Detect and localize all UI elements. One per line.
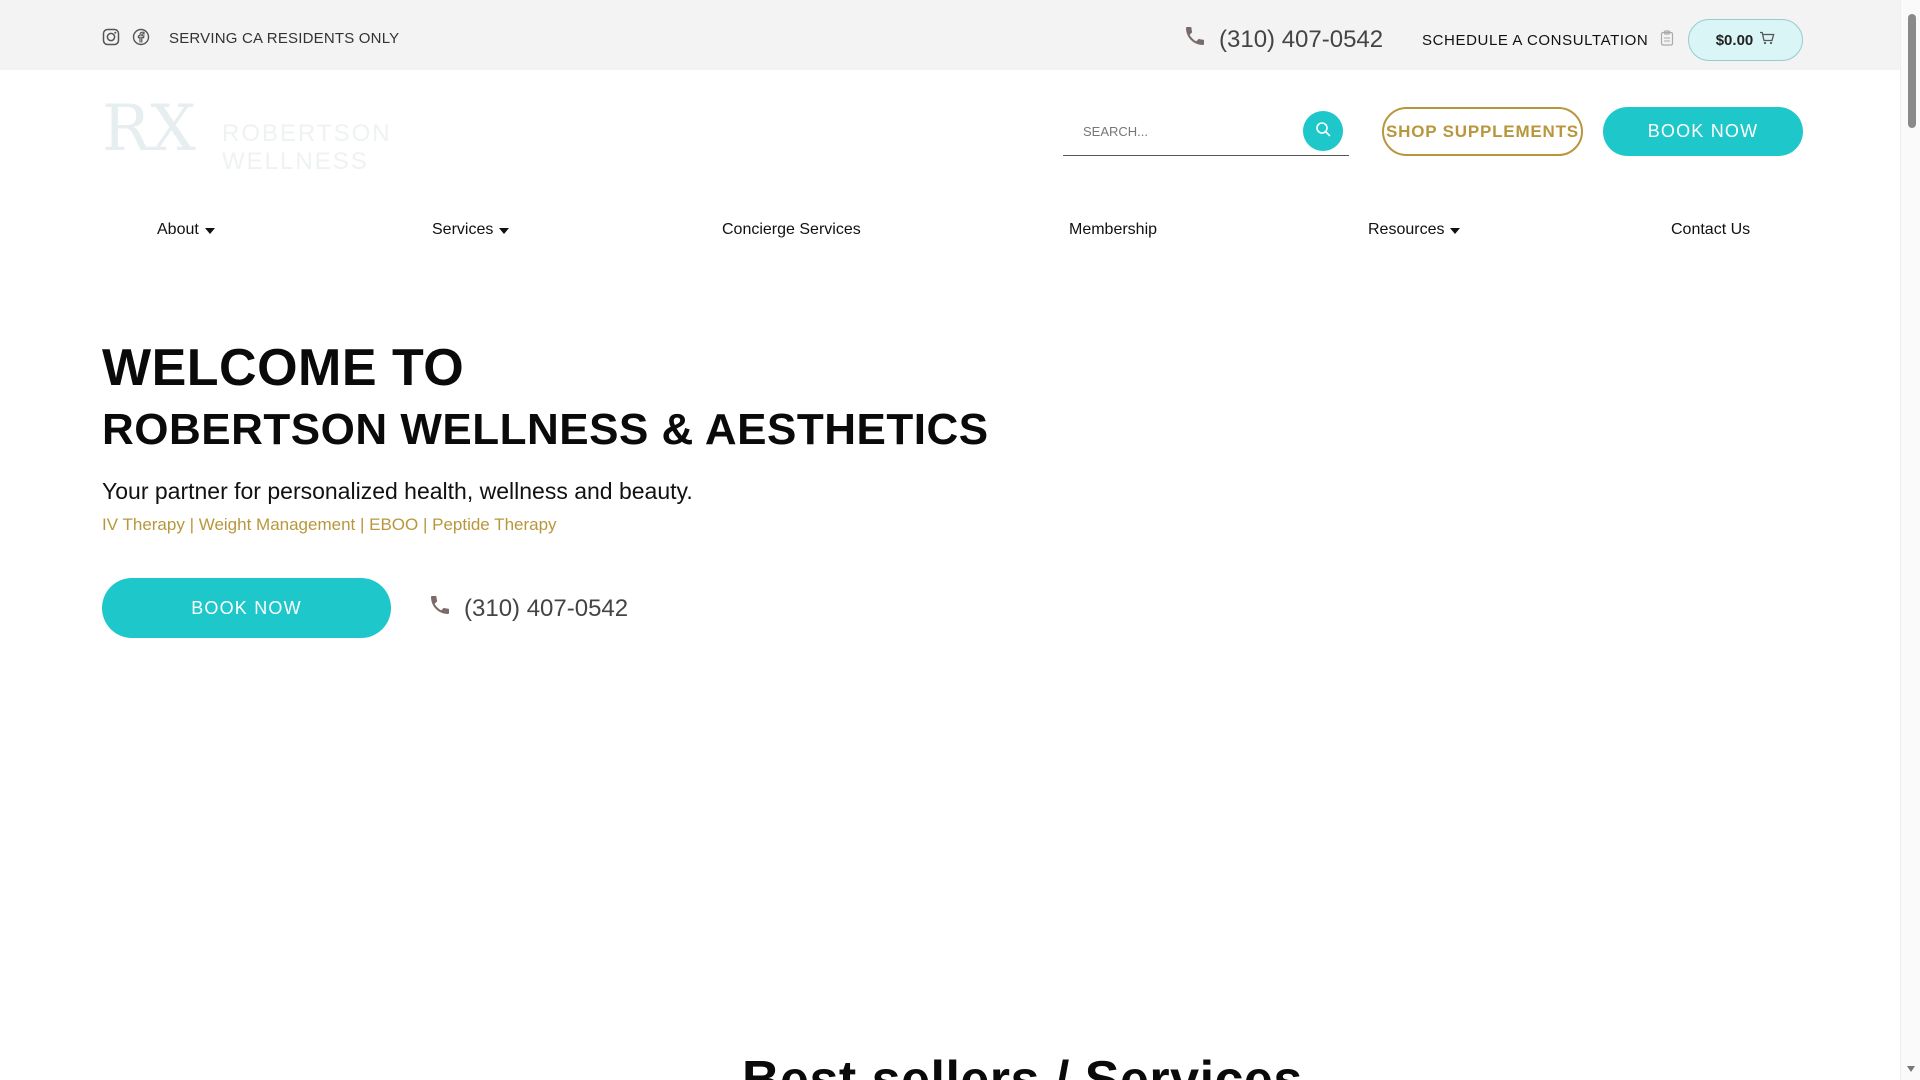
search-button[interactable]: [1303, 111, 1343, 151]
clipboard-icon: [1660, 30, 1674, 50]
cart-icon: [1759, 31, 1775, 49]
hero-welcome-heading: WELCOME TO: [102, 339, 465, 397]
search-form: [1063, 108, 1349, 156]
caret-down-icon: [204, 228, 215, 234]
nav-item-label: Contact Us: [1671, 221, 1751, 238]
facebook-icon[interactable]: [132, 28, 150, 46]
hero-phone-link[interactable]: (310) 407-0542: [428, 593, 628, 624]
scroll-down-arrow-icon[interactable]: [1907, 1066, 1915, 1072]
logo-mark: RX: [102, 92, 196, 166]
page-scrollbar[interactable]: [1900, 0, 1920, 1080]
phone-icon: [428, 593, 452, 624]
search-icon: [1315, 121, 1331, 142]
cart-button[interactable]: $0.00: [1688, 19, 1803, 61]
hero-business-name: ROBERTSON WELLNESS & AESTHETICS: [102, 405, 989, 454]
main-nav: About Services Concierge Services Member…: [0, 221, 1900, 251]
scrollbar-thumb[interactable]: [1908, 14, 1916, 128]
topbar-phone-number: (310) 407-0542: [1219, 25, 1384, 53]
nav-item-membership[interactable]: Membership: [1069, 221, 1157, 239]
nav-item-resources[interactable]: Resources: [1368, 221, 1461, 239]
hero-tagline: Your partner for personalized health, we…: [102, 478, 693, 504]
logo-text: ROBERTSON WELLNESS: [222, 120, 392, 175]
shop-supplements-button[interactable]: SHOP SUPPLEMENTS: [1382, 107, 1583, 156]
nav-item-concierge-services[interactable]: Concierge Services: [722, 221, 861, 239]
section-title: Best sellers / Services: [742, 1051, 1303, 1080]
caret-down-icon: [499, 228, 510, 234]
hero-services-list: IV Therapy | Weight Management | EBOO | …: [102, 515, 557, 534]
instagram-icon[interactable]: [102, 28, 120, 46]
caret-down-icon: [1450, 228, 1461, 234]
top-bar: SERVING CA RESIDENTS ONLY (310) 407-0542…: [0, 0, 1900, 70]
nav-item-label: About: [157, 221, 199, 238]
schedule-consultation-link[interactable]: SCHEDULE A CONSULTATION: [1422, 30, 1674, 50]
header-book-now-button[interactable]: BOOK NOW: [1603, 107, 1803, 156]
nav-item-about[interactable]: About: [157, 221, 215, 239]
nav-item-label: Resources: [1368, 221, 1445, 238]
hero-phone-number: (310) 407-0542: [464, 594, 629, 622]
topbar-phone-link[interactable]: (310) 407-0542: [1183, 24, 1383, 55]
nav-item-label: Concierge Services: [722, 221, 861, 238]
schedule-label: SCHEDULE A CONSULTATION: [1422, 31, 1649, 49]
search-input[interactable]: [1063, 108, 1303, 154]
hero-book-now-button[interactable]: BOOK NOW: [102, 578, 391, 638]
nav-item-contact-us[interactable]: Contact Us: [1671, 221, 1750, 239]
social-links: [102, 28, 150, 46]
cart-total: $0.00: [1715, 31, 1754, 49]
nav-item-label: Services: [432, 221, 494, 238]
serving-notice: SERVING CA RESIDENTS ONLY: [169, 30, 400, 47]
nav-item-services[interactable]: Services: [432, 221, 510, 239]
site-logo[interactable]: RX ROBERTSON WELLNESS: [102, 92, 472, 175]
nav-item-label: Membership: [1069, 221, 1158, 238]
phone-icon: [1183, 24, 1207, 55]
